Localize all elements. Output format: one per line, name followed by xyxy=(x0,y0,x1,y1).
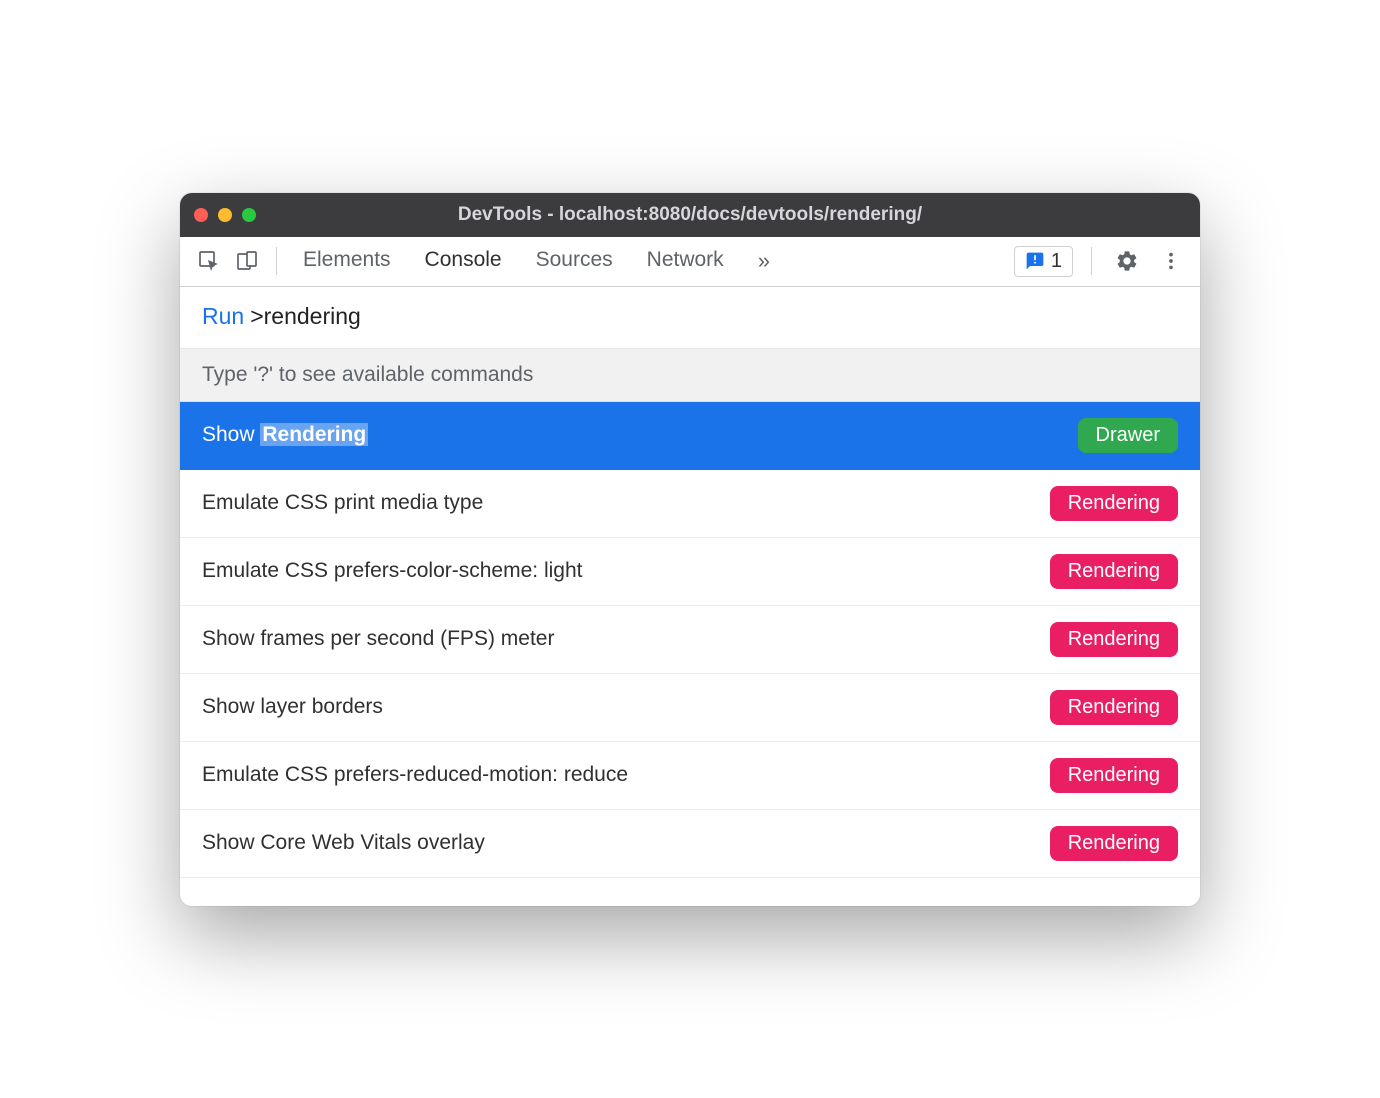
titlebar: DevTools - localhost:8080/docs/devtools/… xyxy=(180,193,1200,237)
window-title: DevTools - localhost:8080/docs/devtools/… xyxy=(458,204,922,226)
result-item[interactable]: Show frames per second (FPS) meter Render… xyxy=(180,606,1200,674)
category-pill: Rendering xyxy=(1050,758,1178,793)
category-pill: Rendering xyxy=(1050,554,1178,589)
toolbar: Elements Console Sources Network » 1 xyxy=(180,237,1200,287)
category-pill: Rendering xyxy=(1050,826,1178,861)
category-pill: Rendering xyxy=(1050,622,1178,657)
result-text: Emulate CSS prefers-color-scheme: light xyxy=(202,559,582,583)
result-item[interactable]: Show Rendering Drawer xyxy=(180,402,1200,470)
tab-network[interactable]: Network xyxy=(647,248,724,274)
result-item[interactable]: Emulate CSS prefers-reduced-motion: redu… xyxy=(180,742,1200,810)
issues-count: 1 xyxy=(1051,250,1062,273)
gear-icon[interactable] xyxy=(1110,244,1144,278)
toolbar-divider xyxy=(1091,247,1092,275)
result-text: Emulate CSS print media type xyxy=(202,491,483,515)
result-text: Show Core Web Vitals overlay xyxy=(202,831,485,855)
devtools-window: DevTools - localhost:8080/docs/devtools/… xyxy=(180,193,1200,906)
result-item[interactable]: Emulate CSS prefers-color-scheme: light R… xyxy=(180,538,1200,606)
minimize-icon[interactable] xyxy=(218,208,232,222)
issues-badge[interactable]: 1 xyxy=(1014,246,1073,277)
toolbar-divider xyxy=(276,247,277,275)
category-pill: Drawer xyxy=(1078,418,1178,453)
inspect-element-icon[interactable] xyxy=(192,244,226,278)
maximize-icon[interactable] xyxy=(242,208,256,222)
run-prefix: > xyxy=(250,303,263,330)
command-menu: Run >rendering Type '?' to see available… xyxy=(180,287,1200,906)
command-input[interactable]: rendering xyxy=(264,303,361,330)
category-pill: Rendering xyxy=(1050,690,1178,725)
category-pill: Rendering xyxy=(1050,486,1178,521)
result-list: Show Rendering Drawer Emulate CSS print me… xyxy=(180,402,1200,878)
more-tabs-icon[interactable]: » xyxy=(758,248,770,274)
toolbar-right: 1 xyxy=(1014,244,1188,278)
tab-sources[interactable]: Sources xyxy=(536,248,613,274)
run-label: Run xyxy=(202,303,244,330)
result-item[interactable]: Emulate CSS print media type Rendering xyxy=(180,470,1200,538)
command-input-row[interactable]: Run >rendering xyxy=(180,287,1200,349)
result-text: Show Rendering xyxy=(202,423,368,447)
tabs: Elements Console Sources Network » xyxy=(303,248,770,274)
tab-elements[interactable]: Elements xyxy=(303,248,391,274)
device-toolbar-icon[interactable] xyxy=(230,244,264,278)
close-icon[interactable] xyxy=(194,208,208,222)
traffic-lights xyxy=(194,208,256,222)
result-text: Show layer borders xyxy=(202,695,383,719)
help-text: Type '?' to see available commands xyxy=(180,349,1200,402)
result-item[interactable]: Show layer borders Rendering xyxy=(180,674,1200,742)
result-item[interactable]: Show Core Web Vitals overlay Rendering xyxy=(180,810,1200,878)
tab-console[interactable]: Console xyxy=(425,248,502,274)
overflow-cut xyxy=(180,878,1200,906)
result-text: Show frames per second (FPS) meter xyxy=(202,627,554,651)
more-vert-icon[interactable] xyxy=(1154,244,1188,278)
result-text: Emulate CSS prefers-reduced-motion: redu… xyxy=(202,763,628,787)
